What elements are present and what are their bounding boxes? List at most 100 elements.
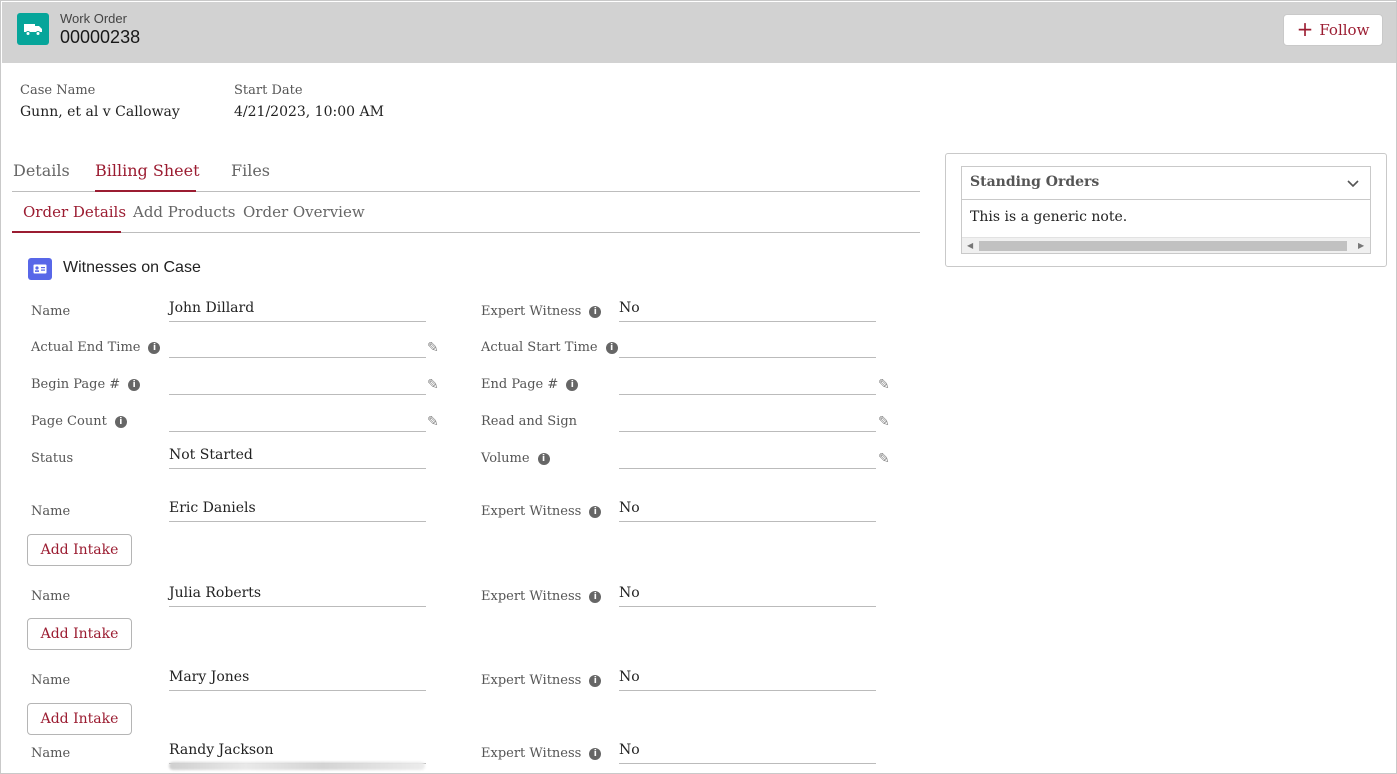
name-label-text: Name bbox=[31, 673, 71, 688]
name-label-text: Name bbox=[31, 589, 71, 604]
actual-start-time-label-text: Actual Start Time bbox=[481, 340, 598, 355]
add-intake-button[interactable]: Add Intake bbox=[27, 703, 132, 735]
name-field: Randy Jackson bbox=[169, 742, 426, 764]
standing-orders-header[interactable]: Standing Orders bbox=[962, 167, 1370, 200]
info-icon[interactable]: i bbox=[589, 505, 602, 518]
name-field: John Dillard bbox=[169, 300, 426, 322]
object-type-label: Work Order bbox=[60, 11, 127, 26]
info-icon[interactable]: i bbox=[589, 590, 602, 603]
record-header: Work Order 00000238 + Follow bbox=[2, 2, 1396, 63]
name-field: Julia Roberts bbox=[169, 585, 426, 607]
subtab-add-products[interactable]: Add Products bbox=[133, 203, 236, 221]
name-field: Mary Jones bbox=[169, 669, 426, 691]
volume-field[interactable] bbox=[619, 447, 876, 469]
record-number: 00000238 bbox=[60, 27, 141, 47]
info-icon[interactable]: i bbox=[589, 747, 602, 760]
expert-witness-label: Expert Witness i bbox=[481, 673, 602, 688]
follow-label: Follow bbox=[1319, 21, 1370, 39]
expert-witness-label-text: Expert Witness bbox=[481, 673, 582, 688]
actual-start-time-field bbox=[619, 336, 876, 358]
pencil-icon[interactable]: ✎ bbox=[878, 451, 890, 467]
expert-witness-field: No bbox=[619, 742, 876, 764]
read-and-sign-field[interactable] bbox=[619, 410, 876, 432]
subtab-order-details[interactable]: Order Details bbox=[23, 203, 126, 221]
info-icon[interactable]: i bbox=[128, 378, 141, 391]
name-field: Eric Daniels bbox=[169, 500, 426, 522]
begin-page-field[interactable] bbox=[169, 373, 426, 395]
name-label: Name bbox=[31, 304, 70, 319]
end-page-label: End Page # i bbox=[481, 377, 579, 392]
pencil-icon[interactable]: ✎ bbox=[878, 414, 890, 430]
status-field: Not Started bbox=[169, 447, 426, 469]
tab-billing-sheet[interactable]: Billing Sheet bbox=[95, 161, 200, 180]
pencil-icon[interactable]: ✎ bbox=[878, 377, 890, 393]
case-name-value: Gunn, et al v Calloway bbox=[20, 104, 180, 120]
end-page-field[interactable] bbox=[619, 373, 876, 395]
begin-page-label: Begin Page # i bbox=[31, 377, 141, 392]
volume-label: Volume i bbox=[481, 451, 550, 466]
add-intake-button[interactable]: Add Intake bbox=[27, 534, 132, 566]
name-label-text: Name bbox=[31, 504, 71, 519]
follow-button[interactable]: + Follow bbox=[1283, 14, 1383, 46]
standing-orders-title: Standing Orders bbox=[970, 174, 1100, 190]
chevron-down-icon[interactable] bbox=[1346, 175, 1360, 194]
add-intake-button[interactable]: Add Intake bbox=[27, 618, 132, 650]
expert-witness-label-text: Expert Witness bbox=[481, 589, 582, 604]
loading-shimmer bbox=[169, 762, 425, 770]
pencil-icon[interactable]: ✎ bbox=[427, 340, 439, 356]
page-count-label: Page Count i bbox=[31, 414, 127, 429]
end-page-label-text: End Page # bbox=[481, 377, 559, 392]
actual-end-time-label-text: Actual End Time bbox=[31, 340, 141, 355]
section-title: Witnesses on Case bbox=[63, 259, 201, 276]
expert-witness-label-text: Expert Witness bbox=[481, 746, 582, 761]
start-date-label: Start Date bbox=[234, 83, 303, 98]
scroll-left-icon[interactable]: ◀ bbox=[967, 241, 973, 250]
expert-witness-field: No bbox=[619, 300, 876, 322]
expert-witness-label-text: Expert Witness bbox=[481, 304, 582, 319]
status-label-text: Status bbox=[31, 451, 74, 466]
name-label-text: Name bbox=[31, 304, 71, 319]
case-name-label: Case Name bbox=[20, 83, 96, 98]
expert-witness-field: No bbox=[619, 585, 876, 607]
pencil-icon[interactable]: ✎ bbox=[427, 377, 439, 393]
plus-icon: + bbox=[1296, 17, 1314, 41]
standing-orders-panel: Standing Orders This is a generic note. … bbox=[961, 166, 1371, 254]
read-and-sign-label: Read and Sign bbox=[481, 414, 577, 429]
contact-card-icon bbox=[28, 258, 52, 280]
name-label-text: Name bbox=[31, 746, 71, 761]
tab-details[interactable]: Details bbox=[13, 161, 70, 180]
status-label: Status bbox=[31, 451, 73, 466]
page-count-label-text: Page Count bbox=[31, 414, 107, 429]
tab-active-indicator bbox=[95, 190, 196, 192]
standing-orders-card: Standing Orders This is a generic note. … bbox=[945, 153, 1387, 267]
actual-start-time-label: Actual Start Time i bbox=[481, 340, 618, 355]
info-icon[interactable]: i bbox=[114, 415, 127, 428]
subtab-active-indicator bbox=[12, 231, 121, 233]
expert-witness-label: Expert Witness i bbox=[481, 304, 602, 319]
info-icon[interactable]: i bbox=[589, 674, 602, 687]
page-count-field[interactable] bbox=[169, 410, 426, 432]
subtab-order-overview[interactable]: Order Overview bbox=[243, 203, 365, 221]
expert-witness-label-text: Expert Witness bbox=[481, 504, 582, 519]
info-icon[interactable]: i bbox=[537, 452, 550, 465]
pencil-icon[interactable]: ✎ bbox=[427, 414, 439, 430]
scroll-right-icon[interactable]: ▶ bbox=[1358, 241, 1364, 250]
start-date-value: 4/21/2023, 10:00 AM bbox=[234, 104, 384, 120]
tab-files[interactable]: Files bbox=[231, 161, 270, 180]
expert-witness-label: Expert Witness i bbox=[481, 504, 602, 519]
begin-page-label-text: Begin Page # bbox=[31, 377, 121, 392]
volume-label-text: Volume bbox=[481, 451, 530, 466]
actual-end-time-label: Actual End Time i bbox=[31, 340, 161, 355]
info-icon[interactable]: i bbox=[566, 378, 579, 391]
horizontal-scrollbar[interactable]: ◀ ▶ bbox=[962, 237, 1370, 253]
scrollbar-thumb[interactable] bbox=[979, 241, 1347, 251]
info-icon[interactable]: i bbox=[605, 341, 618, 354]
expert-witness-label: Expert Witness i bbox=[481, 746, 602, 761]
subtabs-divider bbox=[12, 232, 920, 233]
info-icon[interactable]: i bbox=[589, 305, 602, 318]
actual-end-time-field[interactable] bbox=[169, 336, 426, 358]
info-icon[interactable]: i bbox=[148, 341, 161, 354]
truck-icon bbox=[17, 13, 49, 45]
name-label: Name bbox=[31, 746, 70, 761]
name-label: Name bbox=[31, 504, 70, 519]
